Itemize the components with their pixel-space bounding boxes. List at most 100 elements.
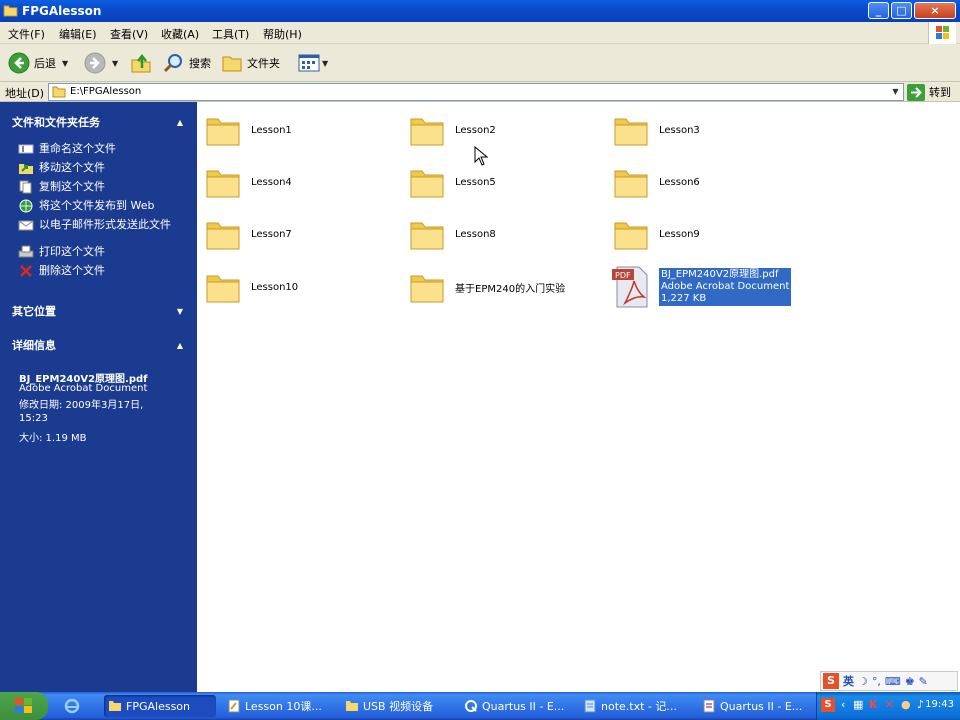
task-label: 将这个文件发布到 Web: [39, 199, 155, 212]
folder-item[interactable]: Lesson3: [613, 109, 700, 151]
chevron-down-icon[interactable]: ▼: [62, 59, 68, 68]
task-publish-web[interactable]: 将这个文件发布到 Web: [18, 199, 174, 213]
views-button[interactable]: ▼: [298, 52, 328, 74]
folder-item[interactable]: Lesson9: [613, 213, 700, 255]
email-icon: [18, 220, 34, 231]
taskbar-item-usb-video[interactable]: USB 视频设备: [341, 695, 453, 717]
tool-icon[interactable]: ✎: [919, 675, 928, 688]
address-bar: 地址(D) E:\FPGAlesson ▼ 转到: [0, 82, 960, 102]
chevron-up-icon[interactable]: ▲: [177, 335, 183, 357]
folder-item[interactable]: 基于EPM240的入门实验: [409, 266, 565, 308]
task-label: 复制这个文件: [39, 180, 105, 193]
folder-item[interactable]: Lesson2: [409, 109, 496, 151]
chevron-down-icon[interactable]: ▼: [888, 84, 903, 100]
sogou-icon[interactable]: S: [823, 673, 839, 689]
pdf-file-item[interactable]: PDF BJ_EPM240V2原理图.pdf Adobe Acrobat Doc…: [611, 266, 792, 308]
ime-toolbar[interactable]: S 英 ☽ °, ⌨ ♚ ✎: [820, 671, 958, 691]
sogou-tray-icon[interactable]: S: [821, 698, 835, 712]
menu-bar: 文件(F) 编辑(E) 查看(V) 收藏(A) 工具(T) 帮助(H): [0, 22, 960, 44]
task-rename[interactable]: 重命名这个文件: [18, 142, 174, 156]
folder-item[interactable]: Lesson10: [205, 266, 298, 308]
volume-icon[interactable]: ♪: [917, 698, 924, 711]
title-bar[interactable]: FPGAlesson _ □ ×: [0, 0, 960, 22]
window-title: FPGAlesson: [22, 4, 102, 18]
maximize-button[interactable]: □: [891, 2, 912, 19]
task-copy[interactable]: 复制这个文件: [18, 180, 174, 194]
menu-file[interactable]: 文件(F): [8, 26, 45, 42]
minimize-button[interactable]: _: [868, 2, 889, 19]
folder-item[interactable]: Lesson8: [409, 213, 496, 255]
explorer-window: FPGAlesson _ □ × 文件(F) 编辑(E) 查看(V) 收藏(A)…: [0, 0, 960, 692]
keyboard-icon[interactable]: ⌨: [885, 675, 901, 688]
ie-icon[interactable]: [64, 698, 80, 714]
back-button[interactable]: 后退 ▼: [8, 52, 68, 74]
system-tray: S ‹ ▦ K ✕ ● ♪ 19:43: [816, 692, 960, 720]
menu-view[interactable]: 查看(V): [110, 26, 148, 42]
task-move[interactable]: 移动这个文件: [18, 161, 174, 175]
views-icon: [298, 54, 320, 72]
close-button[interactable]: ×: [914, 2, 956, 19]
task-pane: 文件和文件夹任务 ▲ 重命名这个文件 移动这个文件 复制这个文件 将这个文件发布…: [0, 102, 197, 692]
security-icon[interactable]: ✕: [885, 698, 894, 711]
punctuation-icon[interactable]: °,: [872, 675, 881, 688]
go-arrow-icon: [907, 83, 925, 101]
item-name: Lesson9: [659, 228, 700, 240]
antivirus-icon[interactable]: K: [869, 698, 878, 711]
ime-lang[interactable]: 英: [843, 673, 854, 689]
chevron-left-icon[interactable]: ‹: [841, 698, 845, 711]
clock[interactable]: 19:43: [925, 699, 954, 710]
taskbar-item-fpgalesson[interactable]: FPGAlesson: [104, 695, 216, 717]
taskbar-item-quartus-2[interactable]: Quartus II - E...: [698, 695, 810, 717]
delete-icon: [20, 265, 32, 277]
item-name: BJ_EPM240V2原理图.pdf: [661, 269, 779, 280]
item-name: Lesson10: [251, 281, 299, 293]
network-icon[interactable]: ▦: [853, 698, 863, 711]
folder-item[interactable]: Lesson6: [613, 161, 700, 203]
menu-help[interactable]: 帮助(H): [263, 26, 302, 42]
folder-icon: [109, 701, 121, 711]
app-tray-icon[interactable]: ●: [901, 698, 911, 711]
folder-item[interactable]: Lesson1: [205, 109, 292, 151]
chevron-up-icon[interactable]: ▲: [177, 112, 183, 134]
folder-item[interactable]: Lesson5: [409, 161, 496, 203]
start-button[interactable]: [0, 692, 48, 720]
chevron-down-icon[interactable]: ▼: [112, 59, 118, 68]
folder-item[interactable]: Lesson7: [205, 213, 292, 255]
menu-edit[interactable]: 编辑(E): [59, 26, 97, 42]
go-label: 转到: [929, 86, 951, 99]
chevron-down-icon[interactable]: ▼: [177, 301, 183, 323]
folder-icon: [614, 170, 648, 198]
menu-favorites[interactable]: 收藏(A): [161, 26, 199, 42]
go-button[interactable]: 转到: [907, 83, 951, 101]
moon-icon[interactable]: ☽: [858, 675, 868, 688]
windows-logo-icon: [15, 698, 32, 713]
taskbar-item-notepad[interactable]: note.txt - 记...: [579, 695, 691, 717]
item-name: Lesson4: [251, 176, 292, 188]
search-button[interactable]: 搜索: [163, 52, 211, 74]
taskbar-item-quartus-1[interactable]: Quartus II - E...: [460, 695, 572, 717]
task-delete[interactable]: 删除这个文件: [18, 264, 174, 278]
item-size: 1,227 KB: [661, 293, 707, 304]
taskbar-item-label: FPGAlesson: [126, 699, 190, 713]
task-print[interactable]: 打印这个文件: [18, 245, 174, 259]
menu-tools[interactable]: 工具(T): [212, 26, 249, 42]
skin-icon[interactable]: ♚: [905, 675, 915, 688]
folders-button[interactable]: 文件夹: [221, 52, 280, 74]
task-email[interactable]: 以电子邮件形式发送此文件: [18, 218, 174, 232]
tasks-title: 文件和文件夹任务: [12, 116, 100, 129]
tasks-panel-header[interactable]: 文件和文件夹任务 ▲: [12, 112, 187, 134]
up-folder-button[interactable]: [130, 52, 152, 74]
folder-icon: [3, 5, 18, 17]
forward-button[interactable]: ▼: [84, 52, 118, 74]
address-input[interactable]: E:\FPGAlesson ▼: [48, 83, 904, 101]
item-name: 基于EPM240的入门实验: [455, 283, 566, 295]
other-places-title: 其它位置: [12, 305, 56, 318]
other-places-header[interactable]: 其它位置 ▼: [12, 301, 187, 323]
folder-icon: [346, 701, 358, 711]
details-filetype: Adobe Acrobat Document: [19, 383, 148, 394]
details-header[interactable]: 详细信息 ▲: [12, 335, 187, 357]
taskbar-item-lesson10[interactable]: Lesson 10课...: [223, 695, 335, 717]
folder-item[interactable]: Lesson4: [205, 161, 292, 203]
address-label: 地址(D): [5, 87, 45, 100]
chevron-down-icon[interactable]: ▼: [322, 59, 328, 68]
